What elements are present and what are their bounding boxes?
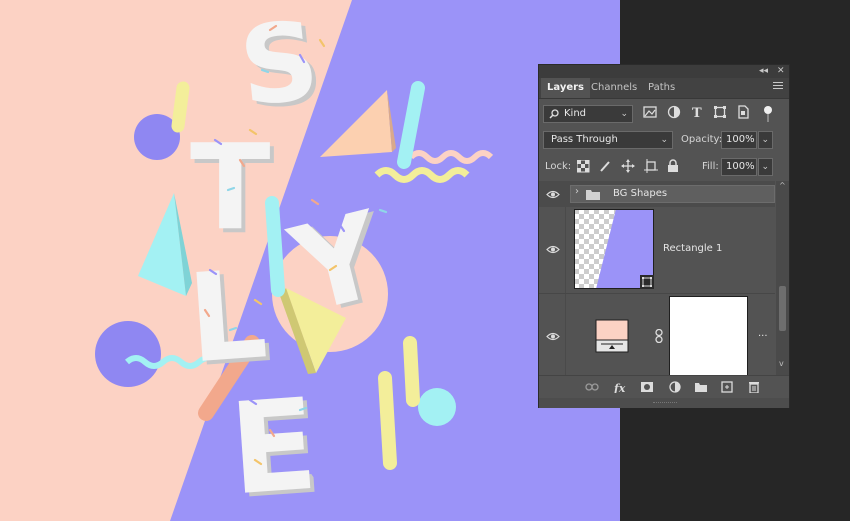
letter-e: E: [225, 371, 321, 521]
layer-name: BG Shapes: [613, 188, 668, 199]
purple-circle-shape-2: [95, 321, 161, 387]
yellow-cylinder-3: [378, 371, 397, 470]
letter-l: L: [184, 243, 271, 390]
link-chain-icon[interactable]: [654, 329, 664, 343]
layer-mask-thumbnail[interactable]: [669, 296, 748, 375]
shape-layer-badge-icon: [640, 275, 654, 289]
tab-channels[interactable]: Channels: [585, 78, 643, 98]
cyan-circle-shape: [418, 388, 456, 426]
close-icon[interactable]: ✕: [777, 65, 785, 78]
filter-kind-label: Kind: [564, 108, 587, 119]
panel-menu-icon[interactable]: [773, 82, 783, 91]
layers-scrollbar[interactable]: ^ v: [776, 181, 789, 375]
type-filter-icon[interactable]: T: [690, 105, 704, 119]
lock-all-icon[interactable]: [667, 159, 681, 173]
letter-t: T: [190, 118, 271, 256]
layers-panel: ◂◂ ✕ Layers Channels Paths Kind ⌄ T Pass…: [538, 64, 790, 408]
new-adjustment-layer-icon[interactable]: [668, 381, 682, 393]
filter-toggle-icon[interactable]: [763, 105, 773, 123]
panel-title-bar[interactable]: ◂◂ ✕: [539, 65, 789, 78]
eye-icon[interactable]: [546, 190, 560, 199]
letter-s: S: [234, 0, 324, 131]
group-row-highlight: [570, 185, 775, 203]
artwork-canvas: S S T T Y Y L L E E: [0, 0, 620, 521]
new-layer-icon[interactable]: [720, 381, 734, 393]
eye-icon[interactable]: [546, 245, 560, 254]
chevron-right-icon[interactable]: ›: [575, 186, 579, 197]
filter-kind-select[interactable]: Kind ⌄: [543, 105, 633, 123]
fill-label: Fill:: [702, 161, 719, 172]
scroll-thumb[interactable]: [779, 286, 786, 331]
link-layers-icon[interactable]: [585, 381, 599, 393]
layer-name-overflow: ...: [758, 328, 768, 339]
smart-object-filter-icon[interactable]: [736, 105, 750, 119]
opacity-value: 100%: [726, 134, 755, 145]
scroll-up-icon[interactable]: ^: [779, 181, 786, 190]
lock-row: Lock: Fill: 100% ⌄: [539, 156, 789, 178]
blend-mode-label: Pass Through: [551, 134, 618, 145]
shape-filter-icon[interactable]: [713, 105, 727, 119]
tab-paths[interactable]: Paths: [642, 78, 681, 98]
layers-list: › BG Shapes Rectangle 1 ...: [539, 181, 775, 375]
svg-text:T: T: [692, 106, 702, 119]
eye-icon[interactable]: [546, 332, 560, 341]
panel-resize-grip[interactable]: [539, 398, 789, 408]
layer-row-rectangle[interactable]: Rectangle 1: [539, 207, 775, 294]
lock-label: Lock:: [545, 161, 572, 172]
lock-transparent-pixels-icon[interactable]: [577, 160, 591, 174]
opacity-input[interactable]: 100%: [721, 131, 757, 149]
opacity-dropdown-button[interactable]: ⌄: [758, 131, 773, 149]
yellow-cylinder-1: [171, 81, 190, 133]
tab-layers[interactable]: Layers: [541, 78, 590, 98]
filter-row: Kind ⌄ T: [539, 103, 789, 125]
search-icon: [549, 109, 559, 119]
new-group-icon[interactable]: [694, 381, 708, 393]
layer-name: Rectangle 1: [663, 243, 723, 254]
add-mask-icon[interactable]: [640, 381, 654, 393]
solid-color-fill-icon[interactable]: [595, 319, 629, 353]
layer-row-group[interactable]: › BG Shapes: [539, 181, 775, 207]
scroll-down-icon[interactable]: v: [779, 359, 784, 368]
fill-input[interactable]: 100%: [721, 158, 757, 176]
lock-position-icon[interactable]: [621, 159, 635, 173]
pixel-filter-icon[interactable]: [643, 105, 657, 119]
panel-tabs: Layers Channels Paths: [539, 78, 789, 99]
trash-icon[interactable]: [747, 381, 761, 393]
fx-icon[interactable]: fx: [613, 381, 627, 393]
yellow-cylinder-2: [403, 336, 420, 407]
folder-icon: [586, 190, 600, 200]
adjustment-filter-icon[interactable]: [667, 105, 681, 119]
blend-row: Pass Through ⌄ Opacity: 100% ⌄: [539, 129, 789, 151]
fill-value: 100%: [726, 161, 755, 172]
opacity-label: Opacity:: [681, 134, 723, 145]
layers-bottom-toolbar: fx: [539, 375, 789, 398]
fill-dropdown-button[interactable]: ⌄: [758, 158, 773, 176]
svg-text:fx: fx: [613, 382, 626, 393]
layer-row-solid-fill[interactable]: ...: [539, 294, 775, 375]
lock-image-pixels-icon[interactable]: [599, 160, 613, 174]
lock-artboard-icon[interactable]: [644, 159, 658, 173]
blend-mode-select[interactable]: Pass Through ⌄: [543, 131, 673, 149]
collapse-icon[interactable]: ◂◂: [759, 65, 768, 78]
